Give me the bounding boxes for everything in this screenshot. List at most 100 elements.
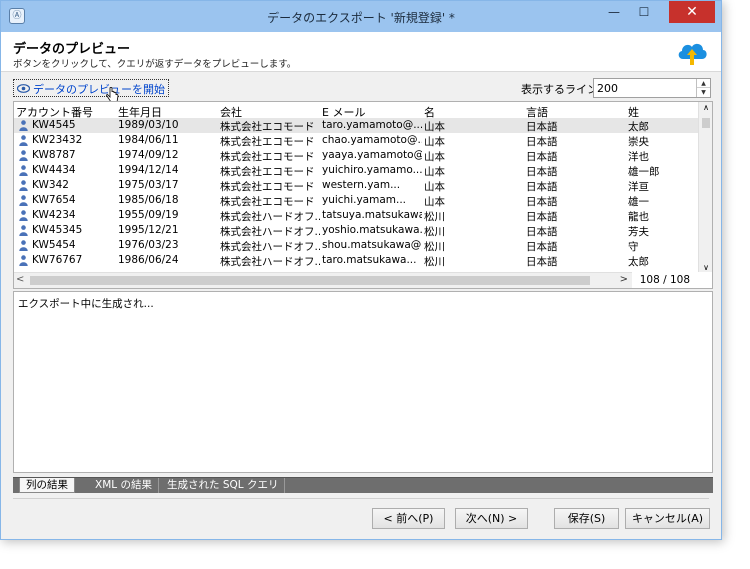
scroll-down-icon[interactable]: ∨ bbox=[699, 263, 712, 272]
table-cell: KW4434 bbox=[32, 164, 76, 176]
grid-body: KW4545 1989/03/10 株式会社エコモード taro.yamamoto@.… bbox=[14, 118, 699, 272]
table-row[interactable]: KW7654 1985/06/18 株式会社エコモード yuichi.yamam...… bbox=[14, 193, 699, 208]
user-icon bbox=[19, 180, 28, 191]
table-row[interactable]: KW76767 1986/06/24 株式会社ハードオフ... taro.matsuk… bbox=[14, 253, 699, 268]
lines-to-show-input[interactable] bbox=[594, 79, 694, 97]
table-cell: 日本語 bbox=[526, 166, 558, 178]
table-cell: 日本語 bbox=[526, 226, 558, 238]
table-row[interactable]: KW342 1975/03/17 株式会社エコモード western.yam... 山本… bbox=[14, 178, 699, 193]
table-cell: 洋亘 bbox=[628, 181, 649, 193]
page-title: データのプレビュー bbox=[13, 42, 131, 57]
stepper-arrows: ▲ ▼ bbox=[696, 79, 710, 97]
table-cell: 1989/03/10 bbox=[118, 119, 179, 131]
horizontal-scrollbar[interactable]: < > bbox=[14, 272, 632, 288]
title-bar[interactable]: Ⓐ データのエクスポート '新規登録' * — ☐ ✕ bbox=[1, 1, 721, 32]
table-row[interactable]: KW4434 1994/12/14 株式会社エコモード yuichiro.yamamo… bbox=[14, 163, 699, 178]
table-cell: 1986/06/24 bbox=[118, 254, 179, 266]
table-cell: 山本 bbox=[424, 181, 445, 193]
table-cell: KW23432 bbox=[32, 134, 83, 146]
table-cell: chao.yamamoto@... bbox=[322, 134, 422, 146]
table-cell: 山本 bbox=[424, 121, 445, 133]
vertical-scrollbar[interactable]: ∧ ∨ bbox=[698, 102, 712, 272]
table-cell: 1975/03/17 bbox=[118, 179, 179, 191]
maximize-button[interactable]: ☐ bbox=[629, 1, 659, 23]
table-cell: yaaya.yamamoto@... bbox=[322, 149, 422, 161]
table-cell: western.yam... bbox=[322, 179, 401, 191]
scroll-left-icon[interactable]: < bbox=[16, 274, 24, 285]
table-row[interactable]: KW4234 1955/09/19 株式会社ハードオフ... tatsuya.mats… bbox=[14, 208, 699, 223]
export-dialog-window: Ⓐ データのエクスポート '新規登録' * — ☐ ✕ データのプレビュー ボタ… bbox=[0, 0, 722, 540]
table-cell: 1995/12/21 bbox=[118, 224, 179, 236]
table-cell: 株式会社エコモード bbox=[220, 121, 315, 133]
footer-divider bbox=[13, 498, 709, 499]
page-description: ボタンをクリックして、クエリが返すデータをプレビューします。 bbox=[13, 59, 297, 70]
table-cell: 1984/06/11 bbox=[118, 134, 179, 146]
table-cell: KW4545 bbox=[32, 119, 76, 131]
user-icon bbox=[19, 210, 28, 221]
stepper-down-icon[interactable]: ▼ bbox=[697, 88, 710, 97]
user-icon bbox=[19, 225, 28, 236]
table-cell: 松川 bbox=[424, 211, 445, 223]
table-cell: 1976/03/23 bbox=[118, 239, 179, 251]
table-row[interactable]: KW23432 1984/06/11 株式会社エコモード chao.yamamoto@… bbox=[14, 133, 699, 148]
row-count: 108 / 108 bbox=[639, 274, 690, 286]
table-cell: 日本語 bbox=[526, 181, 558, 193]
start-preview-label: データのプレビューを開始 bbox=[33, 82, 165, 96]
table-row[interactable]: KW45345 1995/12/21 株式会社ハードオフ... yoshio.mats… bbox=[14, 223, 699, 238]
table-cell: 日本語 bbox=[526, 241, 558, 253]
table-cell: 太郎 bbox=[628, 256, 649, 268]
minimize-button[interactable]: — bbox=[599, 1, 629, 23]
save-button[interactable]: 保存(S) bbox=[554, 508, 619, 529]
grid-header: アカウント番号 生年月日 会社 E メール 名 言語 姓 bbox=[14, 102, 699, 119]
user-icon bbox=[19, 195, 28, 206]
vertical-scroll-thumb[interactable] bbox=[702, 118, 710, 128]
table-row[interactable]: KW8787 1974/09/12 株式会社エコモード yaaya.yamamoto@… bbox=[14, 148, 699, 163]
table-cell: 守 bbox=[628, 241, 639, 253]
horizontal-scroll-thumb[interactable] bbox=[30, 276, 590, 285]
table-cell: 太郎 bbox=[628, 121, 649, 133]
close-button[interactable]: ✕ bbox=[669, 1, 715, 23]
user-icon bbox=[19, 135, 28, 146]
table-cell: 日本語 bbox=[526, 151, 558, 163]
table-row[interactable]: KW5454 1976/03/23 株式会社ハードオフ... shou.matsuka… bbox=[14, 238, 699, 253]
table-cell: 株式会社エコモード bbox=[220, 136, 315, 148]
table-cell: yuichiro.yamamo... bbox=[322, 164, 422, 176]
tab-column-results[interactable]: 列の結果 bbox=[19, 478, 75, 493]
table-cell: 山本 bbox=[424, 166, 445, 178]
scroll-up-icon[interactable]: ∧ bbox=[699, 103, 712, 112]
tab-xml-results[interactable]: XML の結果 bbox=[89, 478, 159, 493]
table-cell: KW76767 bbox=[32, 254, 83, 266]
stepper-up-icon[interactable]: ▲ bbox=[697, 79, 710, 88]
user-icon bbox=[19, 150, 28, 161]
start-preview-link[interactable]: データのプレビューを開始 bbox=[13, 79, 169, 97]
table-cell: 日本語 bbox=[526, 121, 558, 133]
table-cell: 1985/06/18 bbox=[118, 194, 179, 206]
table-cell: taro.yamamoto@... bbox=[322, 119, 422, 131]
table-cell: 株式会社ハードオフ... bbox=[220, 241, 320, 253]
table-cell: yuichi.yamam... bbox=[322, 194, 407, 206]
next-button[interactable]: 次へ(N) > bbox=[455, 508, 528, 529]
export-log-panel[interactable]: エクスポート中に生成され... bbox=[13, 291, 713, 473]
scroll-right-icon[interactable]: > bbox=[620, 274, 628, 285]
table-cell: taro.matsukawa... bbox=[322, 254, 417, 266]
table-cell: KW5454 bbox=[32, 239, 76, 251]
table-cell: 松川 bbox=[424, 256, 445, 268]
table-row[interactable]: KW4545 1989/03/10 株式会社エコモード taro.yamamoto@.… bbox=[14, 118, 699, 133]
table-cell: 松川 bbox=[424, 226, 445, 238]
table-cell: 日本語 bbox=[526, 196, 558, 208]
page-header: データのプレビュー ボタンをクリックして、クエリが返すデータをプレビューします。 bbox=[1, 32, 721, 72]
cancel-button[interactable]: キャンセル(A) bbox=[625, 508, 710, 529]
table-cell: 雄一 bbox=[628, 196, 649, 208]
user-icon bbox=[19, 240, 28, 251]
preview-data-grid[interactable]: アカウント番号 生年月日 会社 E メール 名 言語 姓 KW4545 1989/… bbox=[13, 101, 713, 289]
user-icon bbox=[19, 255, 28, 266]
table-cell: 1955/09/19 bbox=[118, 209, 179, 221]
table-cell: 山本 bbox=[424, 136, 445, 148]
table-cell: 1994/12/14 bbox=[118, 164, 179, 176]
previous-button[interactable]: < 前へ(P) bbox=[372, 508, 445, 529]
tab-generated-sql[interactable]: 生成された SQL クエリ bbox=[161, 478, 286, 493]
table-cell: yoshio.matsukawa... bbox=[322, 224, 422, 236]
user-icon bbox=[19, 120, 28, 131]
export-log-text: エクスポート中に生成され... bbox=[18, 298, 154, 310]
lines-to-show-stepper[interactable]: ▲ ▼ bbox=[593, 78, 711, 98]
